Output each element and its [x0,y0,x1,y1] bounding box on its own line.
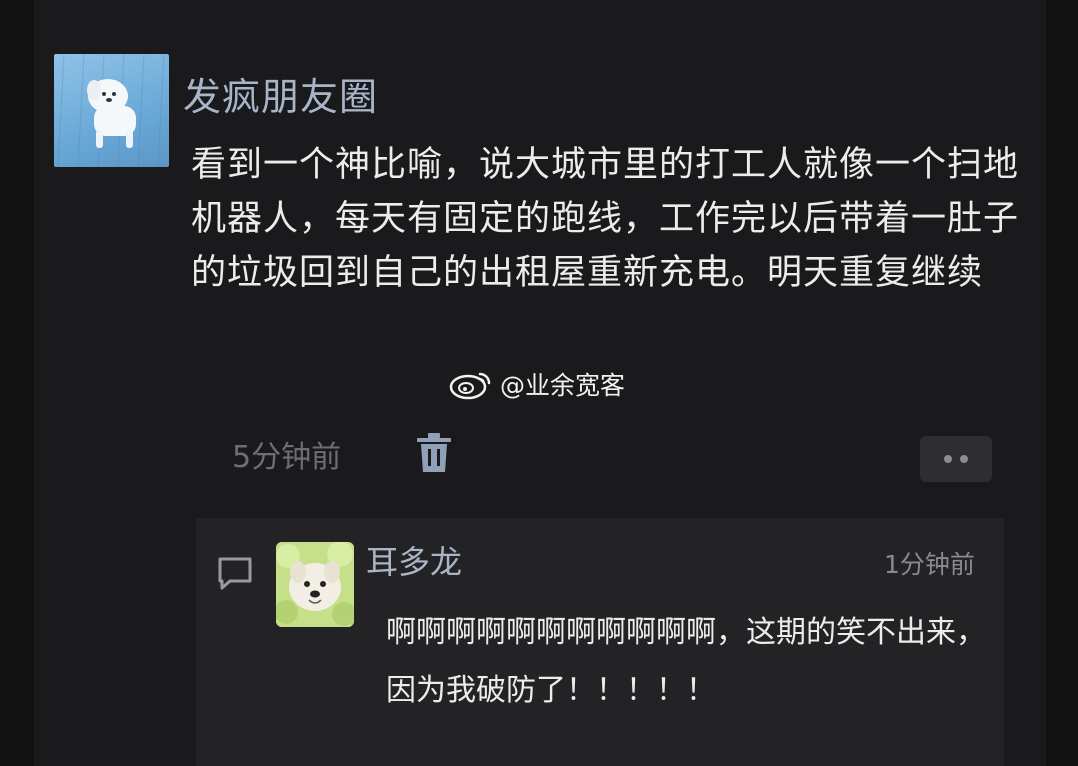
commenter-name[interactable]: 耳多龙 [366,537,462,583]
post-body-text: 看到一个神比喻，说大城市里的打工人就像一个扫地机器人，每天有固定的跑线，工作完以… [191,145,1020,293]
post-author-avatar[interactable] [54,54,169,167]
more-options-button[interactable] [920,436,992,482]
avatar-dog-icon [57,54,165,167]
watermark: @业余宽客 [448,366,625,402]
post-timestamp: 5分钟前 [232,440,342,475]
trash-icon[interactable] [414,432,454,474]
commenter-avatar[interactable] [276,542,354,627]
comment-timestamp: 1分钟前 [884,550,975,579]
watermark-text: @业余宽客 [500,371,626,400]
dog-avatar-icon [276,542,354,627]
more-dots-icon [960,455,968,463]
moments-screen: 发疯朋友圈 看到一个神比喻，说大城市里的打工人就像一个扫地机器人，每天有固定的跑… [0,0,1078,766]
right-edge-band [1046,0,1078,766]
left-edge-band [0,0,34,766]
comment-bubble-icon [218,557,252,590]
post-author-name[interactable]: 发疯朋友圈 [183,66,378,121]
comment-text: 啊啊啊啊啊啊啊啊啊啊啊，这期的笑不出来，因为我破防了！！！！！ [386,615,986,708]
more-dots-icon [944,455,952,463]
weibo-icon [449,372,491,400]
